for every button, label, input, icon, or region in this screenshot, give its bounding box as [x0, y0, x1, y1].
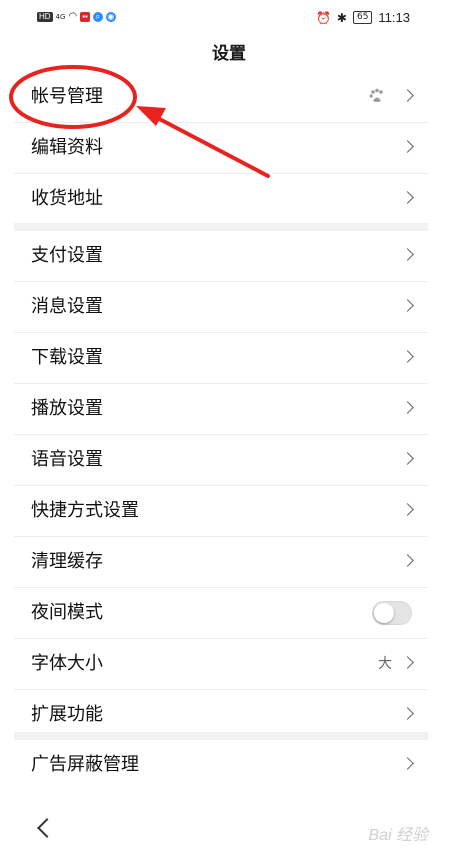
bluetooth-icon: ✱ — [336, 10, 347, 25]
section-divider — [14, 732, 428, 740]
settings-item-label: 编辑资料 — [31, 137, 103, 158]
chevron-right-icon — [401, 350, 414, 363]
night-mode-toggle[interactable] — [372, 601, 412, 625]
settings-item-label: 夜间模式 — [31, 602, 103, 623]
settings-item-label: 支付设置 — [31, 245, 103, 266]
chevron-right-icon — [401, 248, 414, 261]
font-size-value: 大 — [378, 656, 392, 672]
battery-icon: 65 — [352, 11, 373, 24]
settings-item-label: 语音设置 — [31, 449, 103, 470]
chevron-right-icon — [401, 299, 414, 312]
network-4g-icon: 4G — [55, 12, 66, 21]
settings-group-general: 支付设置 消息设置 下载设置 播放设置 语音设置 快捷方式设置 清理缓存 夜间模… — [14, 231, 428, 740]
settings-item-font-size[interactable]: 字体大小 大 — [14, 639, 428, 690]
watermark: Bai 经验 — [368, 827, 428, 844]
settings-item-messages[interactable]: 消息设置 — [14, 282, 428, 333]
chevron-right-icon — [401, 452, 414, 465]
settings-item-payment[interactable]: 支付设置 — [14, 231, 428, 282]
settings-item-label: 广告屏蔽管理 — [31, 754, 139, 775]
settings-item-night-mode: 夜间模式 — [14, 588, 428, 639]
status-bar: HD 4G ◠ ▪▪ ⌕ ◉ ⏰ ✱ 65 11:13 — [0, 0, 458, 36]
chevron-right-icon — [401, 89, 414, 102]
baidu-paw-icon — [368, 87, 388, 107]
settings-item-label: 快捷方式设置 — [31, 500, 139, 521]
page-title: 设置 — [212, 44, 246, 64]
chevron-right-icon — [401, 503, 414, 516]
chevron-right-icon — [401, 656, 414, 669]
settings-item-download[interactable]: 下载设置 — [14, 333, 428, 384]
settings-item-playback[interactable]: 播放设置 — [14, 384, 428, 435]
status-right-icons: ⏰ ✱ 65 11:13 — [316, 10, 410, 25]
chevron-right-icon — [401, 757, 414, 770]
settings-item-label: 清理缓存 — [31, 551, 103, 572]
settings-item-ad-blocking[interactable]: 广告屏蔽管理 — [14, 740, 428, 790]
chevron-right-icon — [401, 707, 414, 720]
chevron-right-icon — [401, 140, 414, 153]
settings-item-label: 消息设置 — [31, 296, 103, 317]
settings-item-voice[interactable]: 语音设置 — [14, 435, 428, 486]
chevron-right-icon — [401, 554, 414, 567]
settings-item-shipping-address[interactable]: 收货地址 — [14, 174, 428, 224]
chevron-right-icon — [401, 191, 414, 204]
settings-item-account-management[interactable]: 帐号管理 — [14, 72, 428, 123]
settings-item-label: 收货地址 — [31, 188, 103, 209]
alarm-icon: ⏰ — [315, 10, 331, 25]
settings-item-clear-cache[interactable]: 清理缓存 — [14, 537, 428, 588]
app-notification-icon: ▪▪ — [80, 11, 90, 22]
wifi-icon: ◠ — [68, 11, 78, 22]
clock: 11:13 — [378, 10, 410, 25]
browser-app-icon: ◉ — [105, 11, 116, 22]
settings-item-label: 播放设置 — [31, 398, 103, 419]
toggle-knob — [374, 603, 394, 623]
bottom-nav: Bai 经验 — [0, 806, 458, 853]
settings-item-shortcuts[interactable]: 快捷方式设置 — [14, 486, 428, 537]
settings-group-ads: 广告屏蔽管理 — [14, 740, 428, 790]
status-left-icons: HD 4G ◠ ▪▪ ⌕ ◉ — [37, 11, 116, 22]
settings-item-label: 帐号管理 — [31, 86, 103, 107]
back-arrow-icon[interactable] — [37, 818, 57, 838]
settings-item-label: 下载设置 — [31, 347, 103, 368]
chevron-right-icon — [401, 401, 414, 414]
hd-icon: HD — [37, 11, 53, 22]
section-divider — [14, 223, 428, 231]
settings-item-edit-profile[interactable]: 编辑资料 — [14, 123, 428, 174]
settings-group-account: 帐号管理 编辑资料 收货地址 — [14, 72, 428, 224]
settings-item-label: 字体大小 — [31, 653, 103, 674]
search-app-icon: ⌕ — [92, 11, 103, 22]
